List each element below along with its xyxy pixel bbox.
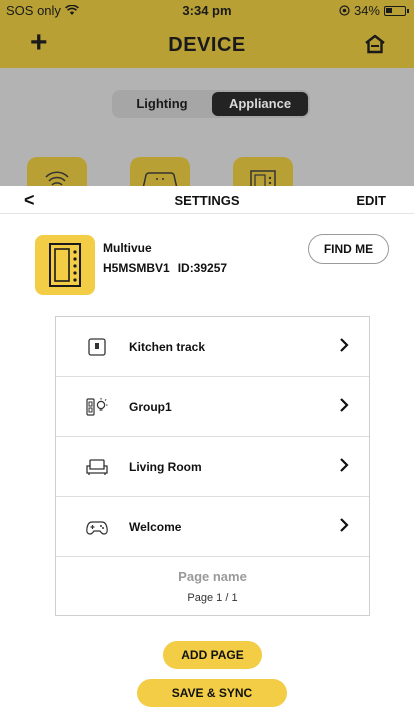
device-model-line: H5MSMBV1 ID:39257 <box>103 261 227 275</box>
status-bar: SOS only 3:34 pm 34% <box>0 0 414 22</box>
keypad-icon <box>49 243 81 287</box>
sofa-icon <box>86 459 108 475</box>
background-app: SOS only 3:34 pm 34% + DEVICE Lighting A… <box>0 0 414 190</box>
find-me-button[interactable]: FIND ME <box>308 234 389 264</box>
battery-icon <box>384 5 409 16</box>
list-item[interactable]: Welcome <box>56 497 369 557</box>
settings-title: SETTINGS <box>174 193 240 208</box>
edit-button[interactable]: EDIT <box>356 193 386 208</box>
list-item-label: Group1 <box>129 400 172 414</box>
list-item-label: Kitchen track <box>129 340 206 354</box>
app-header: + DEVICE <box>0 22 414 68</box>
list-item[interactable]: Living Room <box>56 437 369 497</box>
category-segmented-control: Lighting Appliance <box>112 90 310 118</box>
device-id: ID:39257 <box>177 261 228 275</box>
chevron-right-icon <box>340 518 349 532</box>
tab-lighting[interactable]: Lighting <box>114 92 210 116</box>
save-sync-button[interactable]: SAVE & SYNC <box>137 679 287 707</box>
switch-icon <box>88 338 106 356</box>
device-thumbnail <box>35 235 95 295</box>
group-bulb-icon <box>86 398 108 416</box>
page-name-field[interactable]: Page name <box>56 569 369 584</box>
gamepad-icon <box>86 521 108 535</box>
settings-header: < SETTINGS EDIT <box>0 186 414 214</box>
list-item[interactable]: Kitchen track <box>56 317 369 377</box>
chevron-right-icon <box>340 398 349 412</box>
home-icon[interactable] <box>364 34 386 54</box>
chevron-right-icon <box>340 338 349 352</box>
page-indicator: Page 1 / 1 <box>187 592 238 604</box>
chevron-right-icon <box>340 458 349 472</box>
list-item[interactable]: Group1 <box>56 377 369 437</box>
location-icon <box>339 5 350 16</box>
list-item-label: Living Room <box>129 460 202 474</box>
battery-percent: 34% <box>353 3 380 18</box>
device-model: H5MSMBV1 <box>103 261 170 275</box>
page-title: DEVICE <box>168 34 246 56</box>
add-page-button[interactable]: ADD PAGE <box>163 641 262 669</box>
tab-appliance[interactable]: Appliance <box>212 92 308 116</box>
device-name: Multivue <box>103 241 152 255</box>
page-button-list: Kitchen track Group1 Living Room Welcome… <box>55 316 370 616</box>
settings-sheet: < SETTINGS EDIT Multivue H5MSMBV1 ID:3925… <box>0 186 414 707</box>
list-item-label: Welcome <box>129 520 182 534</box>
